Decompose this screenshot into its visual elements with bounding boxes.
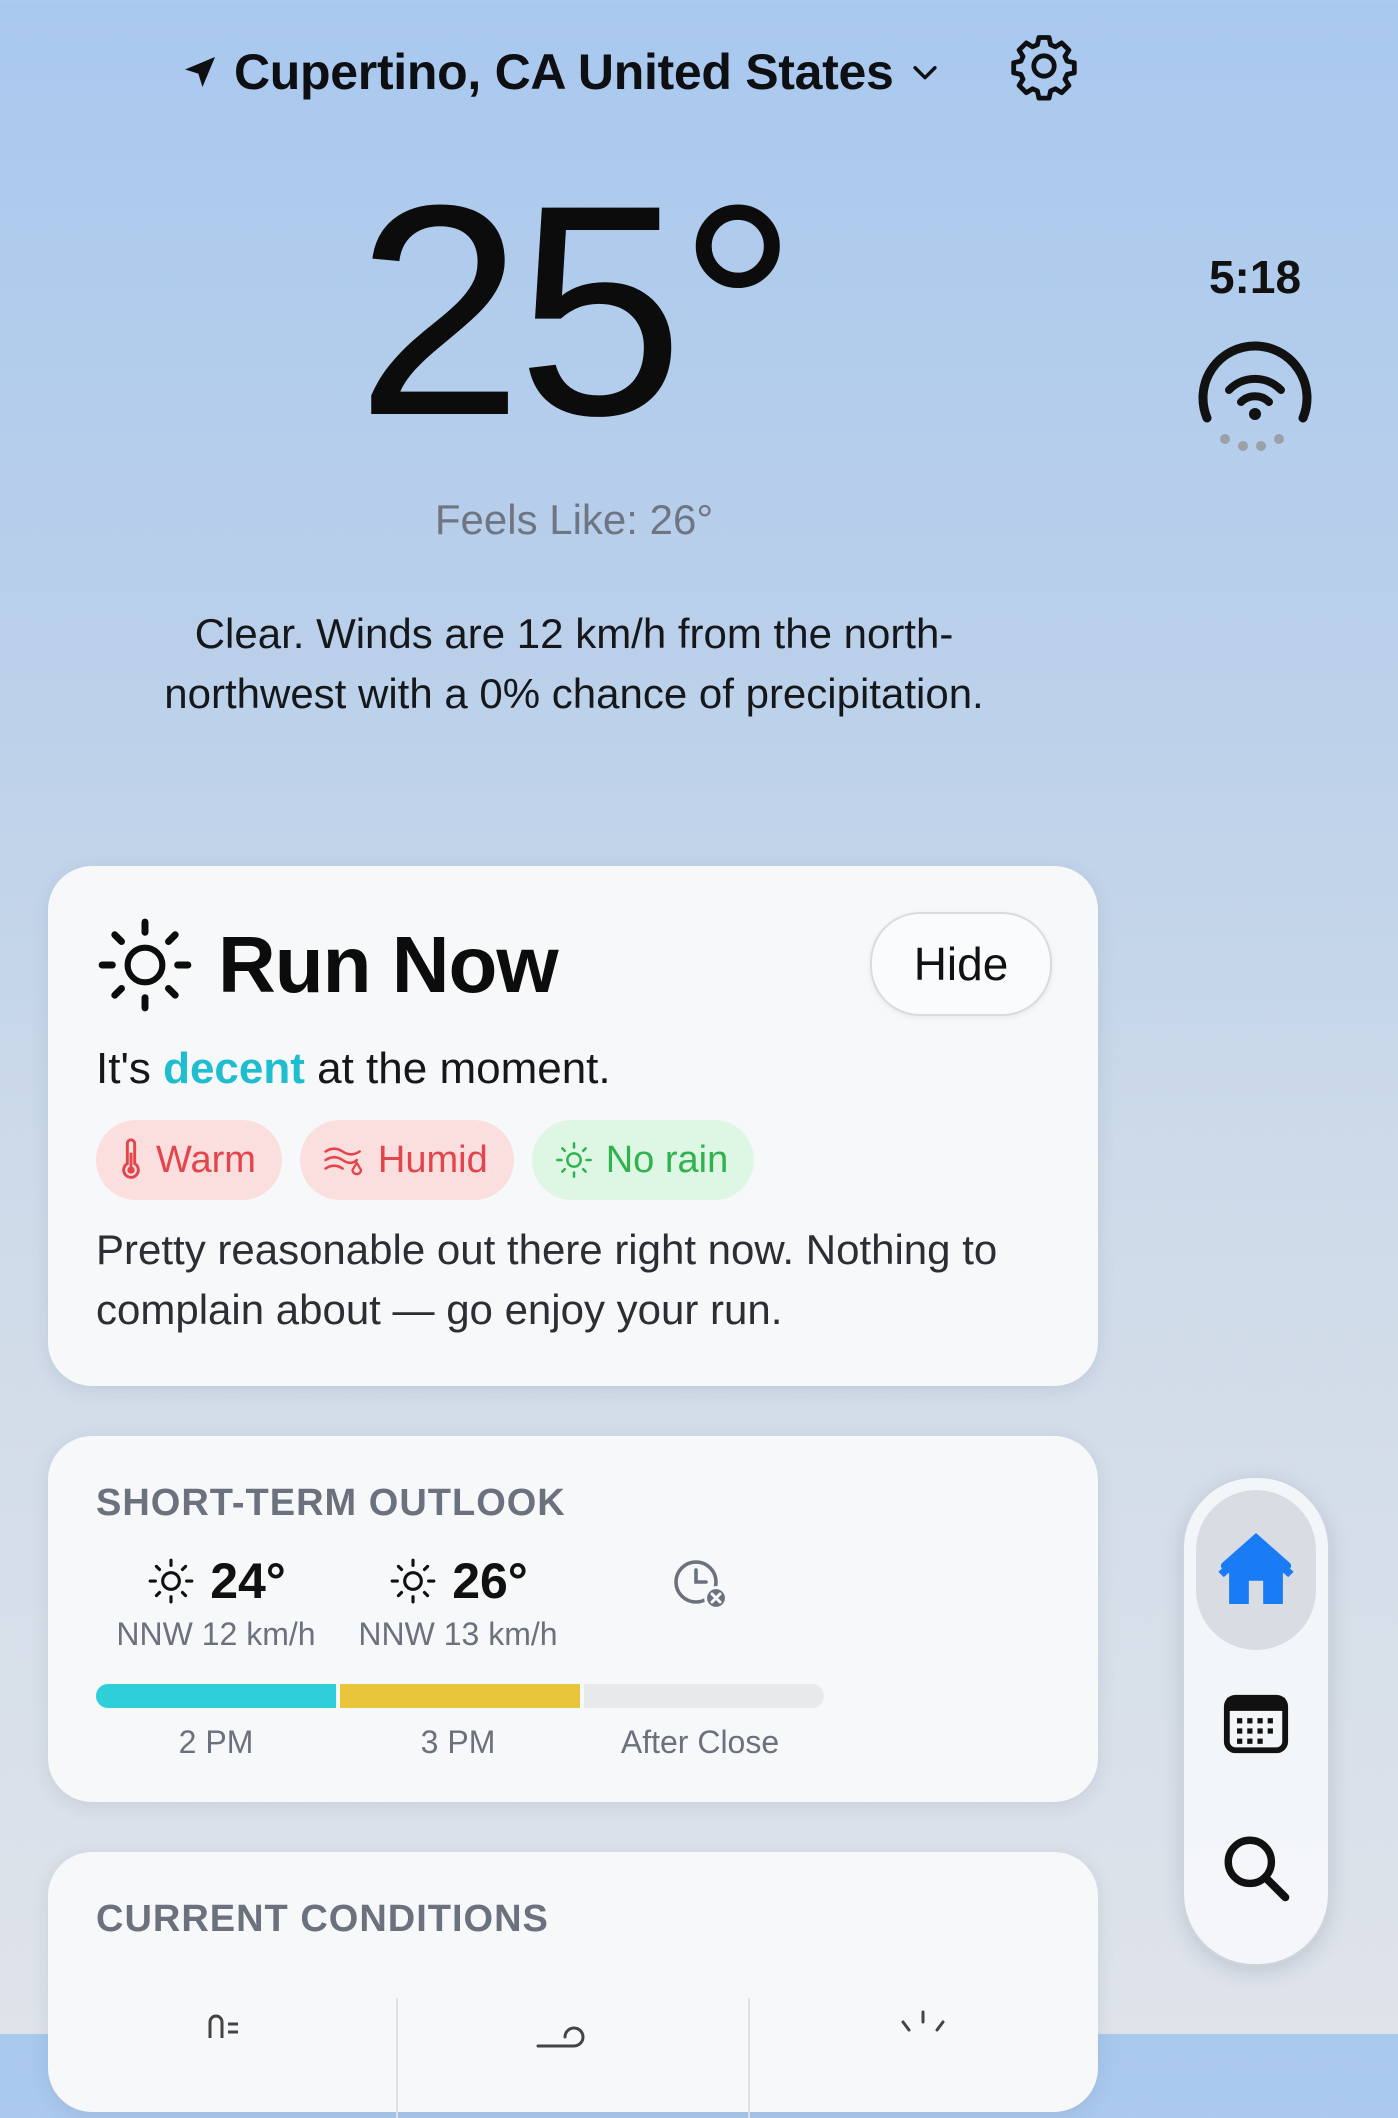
sun-icon (98, 918, 192, 1012)
status-prefix: It's (96, 1044, 164, 1093)
hide-button[interactable]: Hide (870, 912, 1052, 1016)
status-highlight: decent (163, 1044, 305, 1093)
floating-nav (1182, 1476, 1330, 1966)
slot-time-label: 3 PM (420, 1724, 496, 1760)
outlook-timeline-bar (96, 1684, 824, 1708)
conditions-title: CURRENT CONDITIONS (96, 1898, 549, 1940)
nav-home-button[interactable] (1196, 1490, 1316, 1650)
slot-wind: NNW 13 km/h (358, 1616, 558, 1652)
home-icon (1218, 1532, 1294, 1605)
slot-wind: NNW 12 km/h (116, 1616, 316, 1652)
run-status-line: It's decent at the moment. (96, 1044, 611, 1094)
slot-time-label: After Close (620, 1724, 780, 1760)
nav-calendar-button[interactable] (1206, 1674, 1306, 1774)
chip-label: Humid (377, 1138, 488, 1181)
calendar-icon (1223, 1694, 1289, 1754)
timeline-segment (584, 1684, 824, 1708)
chip-label: Warm (156, 1138, 256, 1181)
run-now-header: Run Now (96, 916, 559, 1014)
outlook-title: SHORT-TERM OUTLOOK (96, 1482, 566, 1524)
slot-temp: 26° (452, 1553, 528, 1609)
wifi-status (1185, 326, 1325, 456)
slot-time-label: 2 PM (178, 1724, 254, 1760)
chevron-down-icon (912, 66, 937, 80)
nav-search-button[interactable] (1206, 1818, 1306, 1918)
chip-warm: Warm (96, 1120, 282, 1200)
run-now-title: Run Now (218, 920, 559, 1009)
timeline-segment (340, 1684, 580, 1708)
current-conditions-card: CURRENT CONDITIONS (48, 1852, 1098, 2118)
short-term-outlook-card: SHORT-TERM OUTLOOK 24° NNW 12 km/h 26° N… (48, 1436, 1098, 1802)
location-selector[interactable]: Cupertino, CA United States (180, 40, 942, 104)
chip-no-rain: No rain (531, 1120, 755, 1200)
outlook-slot (580, 1552, 820, 1616)
run-now-card: Run Now Hide It's decent at the moment. … (48, 866, 1098, 1386)
condition-chips: Warm Humid No rain (96, 1120, 755, 1200)
outlook-slot: 26° NNW 13 km/h (338, 1552, 578, 1653)
current-temperature: 25° (356, 142, 798, 478)
divider (396, 1998, 398, 2118)
thermometer-icon (122, 1138, 140, 1179)
weather-description: Clear. Winds are 12 km/h from the north-… (164, 610, 984, 717)
run-advice-text: Pretty reasonable out there right now. N… (96, 1226, 998, 1333)
chip-label: No rain (605, 1138, 729, 1181)
sun-icon (148, 1558, 194, 1604)
gear-icon (1011, 35, 1077, 101)
clock-closed-icon (674, 1560, 728, 1610)
status-time: 5:18 (1208, 251, 1302, 303)
timeline-segment (96, 1684, 336, 1708)
outlook-slot: 24° NNW 12 km/h (96, 1552, 336, 1653)
wind-icon (536, 2026, 585, 2048)
settings-button[interactable] (1008, 30, 1080, 102)
sun-icon (390, 1558, 436, 1604)
chip-humid: Humid (299, 1120, 514, 1200)
wifi-icon (1198, 341, 1312, 451)
slot-temp: 24° (210, 1553, 286, 1609)
sun-icon (555, 1142, 592, 1178)
sun-icon (901, 2010, 945, 2032)
status-suffix: at the moment. (304, 1044, 611, 1093)
location-label: Cupertino, CA United States (234, 44, 894, 100)
humidity-icon (324, 1147, 363, 1176)
thermometer-icon (208, 2014, 238, 2038)
search-icon (1224, 1836, 1290, 1902)
feels-like: Feels Like: 26° (434, 496, 714, 543)
divider (748, 1998, 750, 2118)
location-arrow-icon (185, 57, 215, 87)
